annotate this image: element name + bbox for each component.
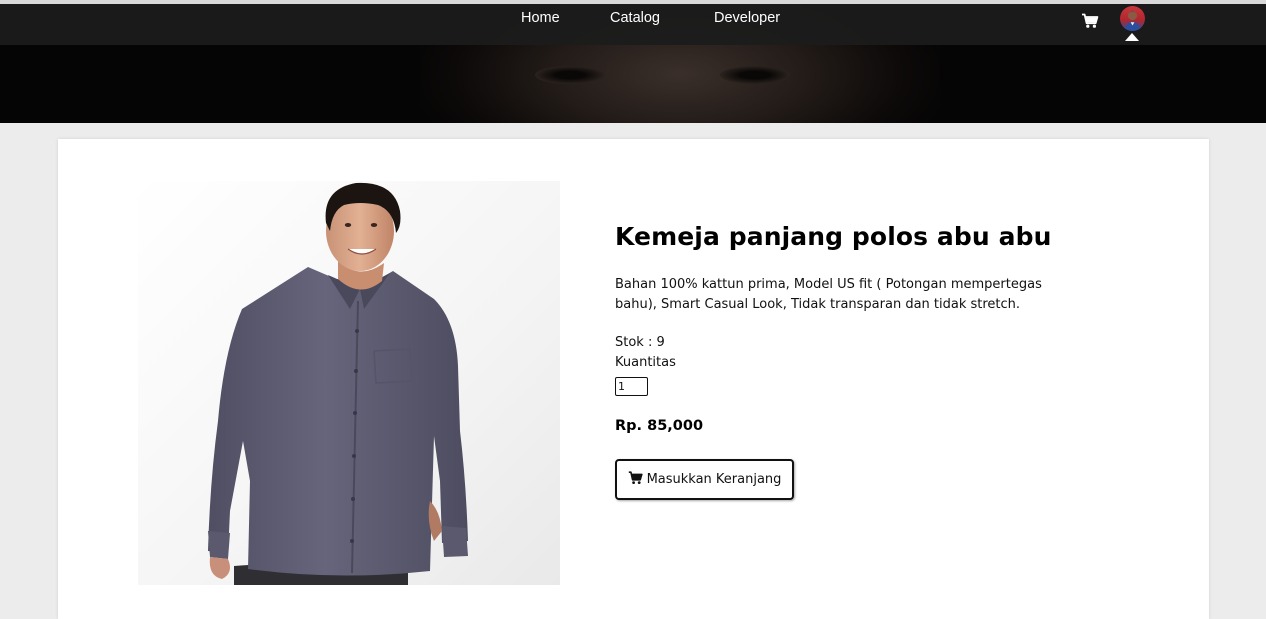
- stock-count: Stok : 9: [615, 335, 665, 350]
- cart-icon[interactable]: [1081, 13, 1099, 29]
- nav-catalog-link[interactable]: Catalog: [610, 10, 660, 26]
- hero-decor: [535, 66, 605, 84]
- user-avatar[interactable]: [1120, 6, 1145, 31]
- product-price: Rp. 85,000: [615, 418, 704, 434]
- nav-developer-link[interactable]: Developer: [714, 10, 780, 26]
- product-description: Bahan 100% kattun prima, Model US fit ( …: [615, 277, 1042, 312]
- quantity-input[interactable]: [615, 377, 648, 396]
- cart-icon: [628, 470, 643, 489]
- product-photo-shirt: [138, 181, 560, 585]
- add-to-cart-button[interactable]: Masukkan Keranjang: [615, 459, 794, 500]
- top-navbar: Home Catalog Developer: [0, 4, 1266, 45]
- hero-decor: [720, 66, 790, 84]
- add-to-cart-label: Masukkan Keranjang: [646, 472, 782, 487]
- quantity-label: Kuantitas: [615, 355, 676, 370]
- avatar-dropdown-caret: [1125, 33, 1139, 41]
- nav-home-link[interactable]: Home: [521, 10, 560, 26]
- product-title: Kemeja panjang polos abu abu: [615, 222, 1052, 251]
